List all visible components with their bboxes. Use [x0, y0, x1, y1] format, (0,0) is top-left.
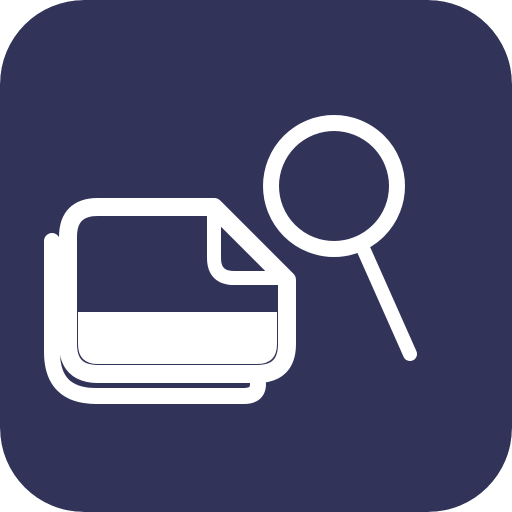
front-file-bottom-fill: [78, 312, 277, 364]
file-search-app-icon[interactable]: [0, 0, 512, 512]
app-icon-graphic: [0, 0, 512, 512]
